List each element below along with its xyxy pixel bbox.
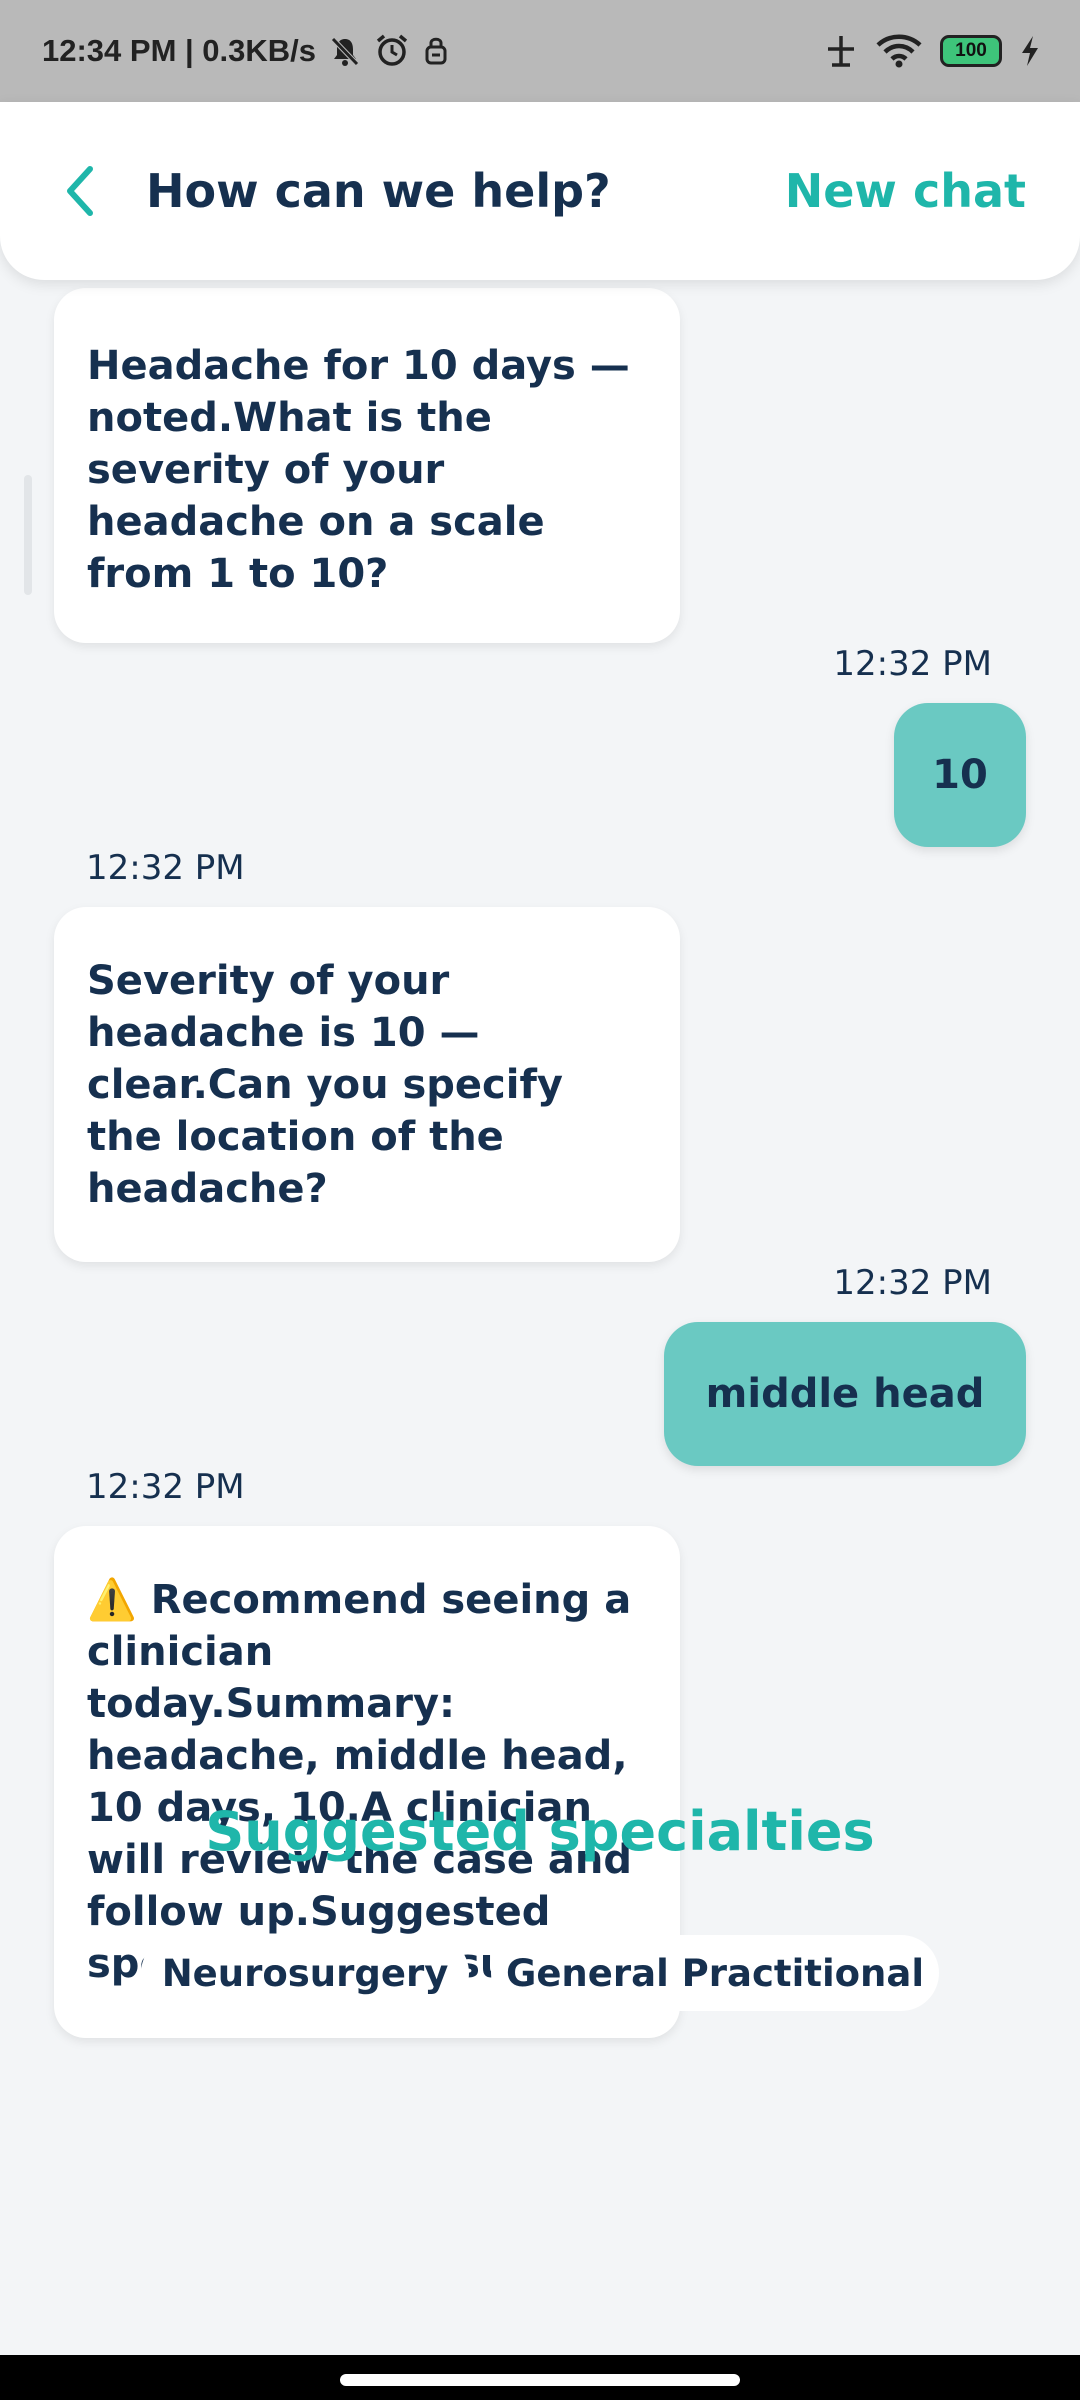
lock-icon [424,35,448,67]
chip-neurosurgery[interactable]: Neurosurgery [141,1935,469,2011]
home-indicator[interactable] [340,2374,740,2386]
status-bar: 12:34 PM | 0.3KB/s 100 [0,0,1080,102]
message-timestamp: 12:32 PM [833,1263,992,1303]
user-message-text: 10 [932,752,988,798]
message-timestamp: 12:32 PM [86,1467,245,1507]
chat-header: How can we help? New chat [0,102,1080,280]
message-timestamp: 12:32 PM [833,644,992,684]
chevron-left-icon [67,166,93,216]
status-time: 12:34 PM | 0.3KB/s [42,33,317,68]
suggested-specialties-title: Suggested specialties [205,1800,875,1863]
mute-icon [330,35,360,67]
scrollbar[interactable] [24,475,32,595]
chip-general-practitional[interactable]: General Practitional [491,1935,939,2011]
user-message: 10 [894,703,1026,847]
charging-icon [1020,35,1040,67]
bot-message: Severity of your headache is 10 — clear.… [54,907,680,1262]
user-message: middle head [664,1322,1026,1466]
bot-message-text: Severity of your headache is 10 — clear.… [87,958,563,1212]
bot-message: Headache for 10 days — noted.What is the… [54,288,680,643]
page-title: How can we help? [146,164,611,218]
bot-message-text: Headache for 10 days — noted.What is the… [87,343,630,597]
alarm-icon [374,33,410,69]
new-chat-button[interactable]: New chat [785,164,1026,218]
battery-icon: 100 [940,35,1002,67]
bot-message-text: ⚠️ Recommend seeing a clinician today.Su… [87,1577,642,1987]
signal-icon [824,34,858,68]
status-right: 100 [824,34,1040,68]
status-left: 12:34 PM | 0.3KB/s [42,33,448,69]
chat-area[interactable]: Headache for 10 days — noted.What is the… [0,280,1080,2355]
message-timestamp: 12:32 PM [86,848,245,888]
wifi-icon [876,34,922,68]
user-message-text: middle head [705,1371,985,1417]
back-button[interactable] [60,161,108,221]
